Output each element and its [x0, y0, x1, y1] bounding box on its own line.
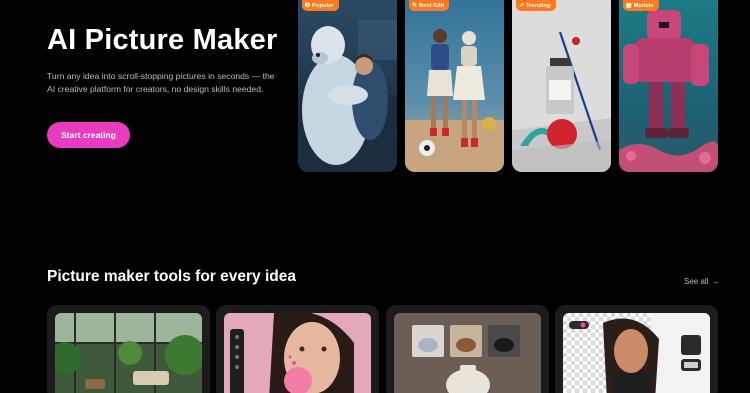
tool-card-greenhouse[interactable]: [47, 305, 210, 393]
badge-models: ▣ Models: [623, 0, 659, 11]
tool-card-background-remover[interactable]: [555, 305, 718, 393]
tool-card-bubble-gum[interactable]: [216, 305, 379, 393]
two-women-fashion-image: [405, 0, 504, 172]
badge-popular: ❂ Popular: [302, 0, 339, 11]
see-all-link[interactable]: See all →: [684, 277, 719, 286]
cube-icon: ▣: [626, 2, 632, 9]
tools-section-title: Picture maker tools for every idea: [47, 268, 296, 285]
showcase-card-models[interactable]: ▣ Models: [619, 0, 718, 172]
pink-robot-underwater-image: [619, 0, 718, 172]
start-creating-button[interactable]: Start creating: [47, 122, 130, 148]
showcase-card-trending[interactable]: ↗ Trending: [512, 0, 611, 172]
showcase-card-best-edit[interactable]: ✎ Best Edit: [405, 0, 504, 172]
arrow-right-icon: →: [711, 277, 720, 286]
trending-icon: ↗: [519, 2, 525, 9]
perfume-still-life-image: [512, 0, 611, 172]
tool-card-teapot[interactable]: [386, 305, 549, 393]
hero-subtitle: Turn any idea into scroll-stopping pictu…: [47, 71, 275, 95]
badge-trending: ↗ Trending: [516, 0, 556, 11]
magic-edit-icon: ✎: [412, 2, 418, 9]
bubble-gum-portrait-image: [224, 313, 371, 393]
teapot-variations-image: [394, 313, 541, 393]
hero-title: AI Picture Maker: [47, 24, 278, 56]
greenhouse-interior-image: [55, 313, 202, 393]
sparkle-icon: ❂: [305, 2, 311, 9]
showcase-card-popular[interactable]: ❂ Popular: [298, 0, 397, 172]
background-remover-portrait-image: [563, 313, 710, 393]
badge-best-edit: ✎ Best Edit: [409, 0, 450, 11]
polar-bear-hug-image: [298, 0, 397, 172]
